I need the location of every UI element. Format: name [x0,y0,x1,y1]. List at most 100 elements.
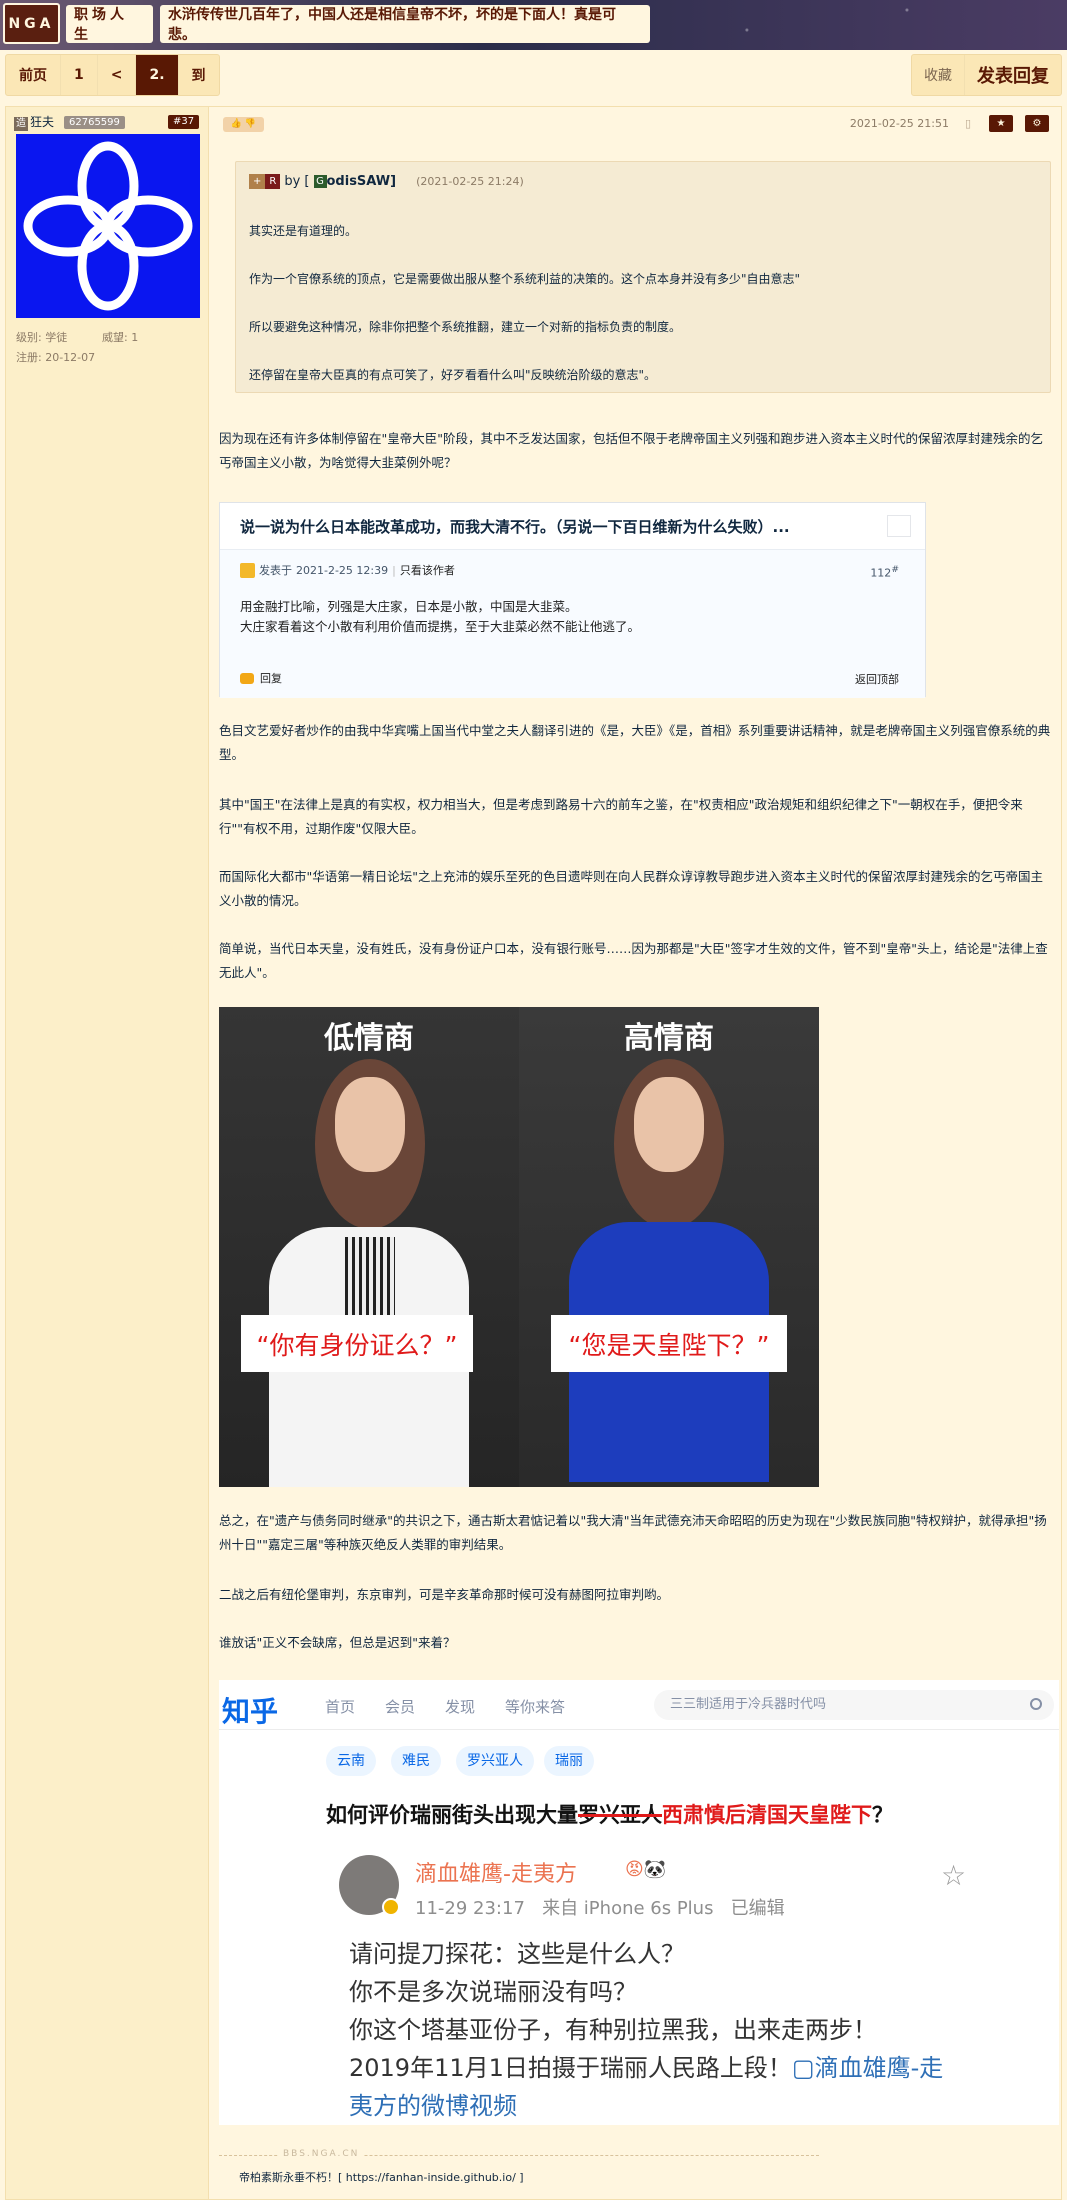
top-header: NGA 职场人生 水浒传传世几百年了，中国人还是相信皇帝不坏，坏的是下面人！真是… [0,0,1067,50]
zhihu-text-line: 你不是多次说瑞丽没有吗？ [349,1978,637,2006]
zhihu-author-emoji-icons: 😡🐼 [625,1859,667,1880]
nga-logo[interactable]: NGA [3,3,60,44]
quote-header: + R by [ G odisSAW] (2021-02-25 21:24) [249,174,524,189]
card-reply-label[interactable]: 回复 [260,670,282,686]
star-button[interactable]: ★ [989,115,1013,132]
q-strike: 罗兴亚人 [578,1803,662,1827]
zhihu-nav-discover: 发现 [445,1698,476,1716]
post-paragraph: 因为现在还有许多体制停留在"皇帝大臣"阶段，其中不乏发达国家，包括但不限于老牌帝… [219,431,1044,470]
zhihu-meta-from: 来自 iPhone 6s Plus [542,1898,714,1919]
author-g-icon: G [313,175,327,188]
meme-image[interactable]: 低情商 “你有身份证么？” 高情商 “您是天皇陛下？” [219,1007,819,1487]
page-goto-button[interactable]: 到 [179,55,219,95]
quote-badge[interactable]: + R [249,174,281,189]
meme-left-label: 低情商 [324,1021,414,1056]
zhihu-video-link-cont: 夷方的微博视频 [349,2092,517,2120]
card-meta: 发表于 2021-2-25 12:39 | 只看该作者 [240,562,455,578]
back-to-top-link[interactable]: 返回顶部 [855,671,899,687]
zhihu-nav-answer: 等你来答 [505,1698,566,1716]
card-reply[interactable]: 回复 [240,670,282,686]
zhihu-navbar: 知乎 首页 会员 发现 等你来答 三三制适用于冷兵器时代吗 [219,1680,1059,1730]
user-level: 级别: 学徒 [16,331,68,344]
post-paragraph: 总之，在"遗产与债务同时继承"的共识之下，通古斯太君惦记着以"我大清"当年武德充… [219,1513,1047,1552]
meme-right-caption: “您是天皇陛下？” [551,1315,787,1372]
user-id-badge[interactable]: 62765599 [64,116,125,129]
only-author-link[interactable]: 只看该作者 [400,562,455,578]
card-floor-sup: # [891,564,899,575]
zhihu-text-line: 请问提刀探花：这些是什么人？ [349,1940,685,1968]
post-content: 👍 👎 2021-02-25 21:51 ▯ ★ ⚙ + R by [ G odi… [211,107,1061,2199]
signature-text[interactable]: 帝柏素斯永垂不朽！[ https://fanhan-inside.github.… [239,2169,524,2185]
post: 造狂夫 62765599 #37 级别: 学徒 威望: 1 注册: 20-12-… [5,106,1062,2200]
user-sidebar: 造狂夫 62765599 #37 级别: 学徒 威望: 1 注册: 20-12-… [6,107,209,2199]
breadcrumb-thread-title[interactable]: 水浒传传世几百年了，中国人还是相信皇帝不坏，坏的是下面人！真是可悲。 [160,5,650,43]
zhihu-tag: 难民 [391,1746,441,1776]
zhihu-search-placeholder: 三三制适用于冷兵器时代吗 [670,1697,827,1712]
q-red: 西肃慎后清国天皇陛下 [662,1803,872,1827]
quote-author[interactable]: odisSAW] [327,174,397,189]
zhihu-logo: 知乎 [222,1695,279,1728]
zhihu-text-line: 2019年11月1日拍摄于瑞丽人民路上段！▢滴血雄鹰-走 [349,2048,943,2083]
zhihu-tag: 瑞丽 [544,1746,594,1776]
clover-avatar-icon [23,141,193,311]
page-back-button[interactable]: < [98,55,137,95]
quote-badge-r: R [265,174,281,189]
card-floor-value: 112 [870,566,892,580]
meme-right-label: 高情商 [624,1021,714,1056]
post-paragraph: 谁放话"正义不会缺席，但总是迟到"来着？ [219,1635,456,1650]
mobile-icon: ▯ [964,117,971,130]
card-posted-time: 2021-2-25 12:39 [296,563,389,577]
zhihu-meta-time: 11-29 23:17 [415,1898,525,1919]
card-text-line: 用金融打比喻，列强是大庄家，日本是小散，中国是大韭菜。 [240,599,578,614]
meme-right-panel: 高情商 “您是天皇陛下？” [519,1007,819,1487]
card-avatar-icon [240,562,255,578]
favorite-button[interactable]: 收藏 [912,55,965,95]
pagination: 前页 1 < 2. 到 [5,54,220,96]
user-prestige: 威望: 1 [102,331,139,344]
card-floor-number: 112# [870,564,899,580]
quote-by: by [ [284,174,310,189]
gear-button[interactable]: ⚙ [1025,115,1049,132]
meme-left-caption: “你有身份证么？” [241,1315,473,1372]
floor-number[interactable]: #37 [168,115,200,129]
username[interactable]: 造狂夫 [14,113,54,131]
meta-divider: | [392,563,396,577]
meme-left-panel: 低情商 “你有身份证么？” [219,1007,519,1487]
verified-badge-icon [382,1898,400,1916]
username-text[interactable]: 狂夫 [30,115,54,129]
zhihu-question-title: 如何评价瑞丽街头出现大量罗兴亚人西肃慎后清国天皇陛下？ [326,1799,893,1829]
post-paragraph: 简单说，当代日本天皇，没有姓氏，没有身份证户口本，没有银行账号……因为那都是"大… [219,941,1048,980]
zhihu-tag: 云南 [326,1746,376,1776]
card-posted-prefix: 发表于 [259,564,292,577]
post-paragraph: 二战之后有纽伦堡审判，东京审判，可是辛亥革命那时候可没有赫图阿拉审判哟。 [219,1587,670,1602]
zhihu-search-box: 三三制适用于冷兵器时代吗 [654,1690,1054,1720]
reply-button[interactable]: 发表回复 [965,55,1061,95]
zhihu-text-line: 你这个塔基亚份子，有种别拉黑我，出来走两步！ [349,2016,877,2044]
zhihu-nav-home: 首页 [325,1698,356,1716]
zhihu-video-link: ▢滴血雄鹰-走 [791,2054,944,2082]
embedded-post-card: 说一说为什么日本能改革成功，而我大清不行。（另说一下百日维新为什么失败）... … [219,502,926,698]
zhihu-line4-text: 2019年11月1日拍摄于瑞丽人民路上段！ [349,2054,792,2082]
zhihu-screenshot[interactable]: 知乎 首页 会员 发现 等你来答 三三制适用于冷兵器时代吗 云南 难民 罗兴亚人… [219,1680,1059,2125]
card-title[interactable]: 说一说为什么日本能改革成功，而我大清不行。（另说一下百日维新为什么失败）... [240,516,840,537]
card-tools-icon[interactable] [887,515,911,537]
page-1-button[interactable]: 1 [61,55,98,95]
user-mark-icon: 造 [14,117,28,131]
thread-actions: 收藏 发表回复 [911,54,1062,96]
user-register-date: 注册: 20-12-07 [16,351,96,364]
striped-shirt-shape [345,1237,395,1317]
page-prev-button[interactable]: 前页 [6,55,61,95]
breadcrumb-forum[interactable]: 职场人生 [66,5,153,43]
reply-bubble-icon [240,672,254,684]
face-shape [634,1077,704,1172]
zhihu-meta-edit: 已编辑 [730,1898,785,1919]
like-buttons[interactable]: 👍 👎 [223,117,264,132]
card-text-line: 大庄家看着这个小散有利用价值而提携，至于大韭菜必然不能让他逃了。 [240,619,641,634]
quote-line: 所以要避免这种情况，除非你把整个系统推翻，建立一个对新的指标负责的制度。 [249,320,682,334]
zhihu-tag: 罗兴亚人 [456,1746,534,1776]
quote-line: 其实还是有道理的。 [249,224,358,238]
zhihu-author-name: 滴血雄鹰-走夷方 [415,1862,577,1887]
page-current: 2. [136,55,179,95]
post-paragraph: 色目文艺爱好者炒作的由我中华宾嘴上国当代中堂之夫人翻译引进的《是，大臣》《是，首… [219,723,1051,762]
avatar[interactable] [16,134,200,318]
